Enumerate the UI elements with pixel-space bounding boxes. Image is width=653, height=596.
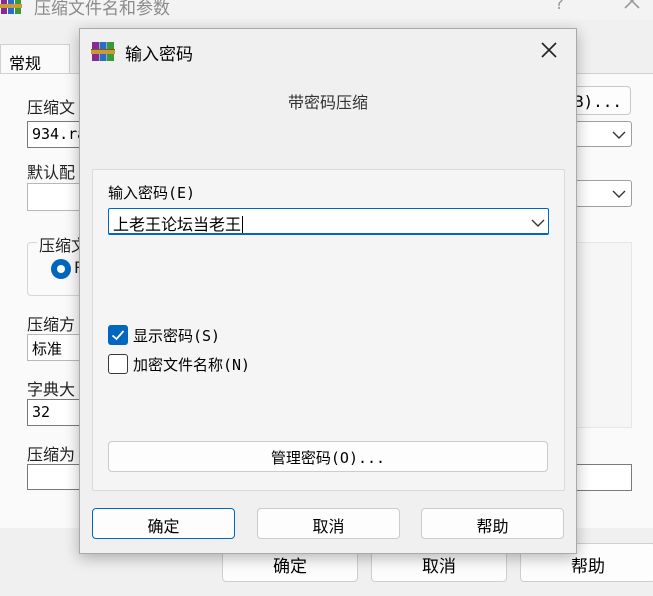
manage-passwords-button[interactable]: 管理密码(O)...: [108, 441, 548, 472]
dialog-ok-button[interactable]: 确定: [92, 508, 235, 539]
dialog-title: 输入密码: [125, 45, 193, 65]
compression-method-combo[interactable]: 标准: [27, 334, 87, 361]
split-volumes-combo[interactable]: [27, 464, 87, 490]
show-password-label[interactable]: 显示密码(S): [133, 325, 220, 346]
text-caret: [242, 216, 244, 233]
dialog-help-button[interactable]: 帮助: [421, 508, 564, 539]
dialog-titlebar: 输入密码: [80, 29, 576, 74]
update-mode-dropdown[interactable]: [575, 180, 632, 207]
close-icon[interactable]: [540, 41, 558, 59]
tab-general[interactable]: 常规: [0, 44, 70, 74]
dialog-heading: 带密码压缩: [287, 93, 368, 112]
password-value: 上老王论坛当老王: [113, 215, 242, 234]
encrypt-filenames-label[interactable]: 加密文件名称(N): [133, 354, 250, 375]
chevron-down-icon: [612, 190, 626, 198]
winrar-app-icon: [91, 42, 115, 61]
enter-password-dialog: 输入密码 带密码压缩 输入密码(E) 上老王论坛当老王 显示密码(S) 加密文件…: [79, 28, 577, 554]
chevron-down-icon: [612, 131, 626, 139]
compression-method-label: 压缩方: [27, 315, 76, 334]
archive-name-label: 压缩文: [27, 98, 76, 117]
winrar-app-icon: [0, 0, 22, 14]
profiles-button[interactable]: [27, 183, 87, 211]
chevron-down-icon[interactable]: [531, 218, 545, 228]
dictionary-size-label: 字典大: [27, 380, 76, 399]
browse-button[interactable]: B)...: [568, 86, 631, 115]
password-value-wrap: 上老王论坛当老王: [113, 211, 244, 235]
background-titlebar: 压缩文件名和参数 ?: [0, 0, 653, 20]
options-right-field[interactable]: [575, 464, 632, 491]
dictionary-size-combo[interactable]: 32: [27, 399, 87, 426]
help-button[interactable]: ?: [555, 0, 564, 14]
show-password-checkbox[interactable]: [108, 325, 128, 345]
encrypt-filenames-checkbox[interactable]: [108, 354, 128, 374]
default-profile-label: 默认配: [27, 163, 76, 182]
background-window-title: 压缩文件名和参数: [34, 0, 170, 19]
password-input[interactable]: 上老王论坛当老王: [108, 208, 549, 235]
archive-options-panel: [575, 242, 632, 428]
checkmark-icon: [111, 330, 125, 341]
dialog-cancel-button[interactable]: 取消: [257, 508, 400, 539]
rar-format-radio[interactable]: [51, 259, 71, 279]
archive-name-dropdown[interactable]: [575, 121, 632, 147]
close-icon[interactable]: [622, 0, 642, 16]
password-label: 输入密码(E): [108, 184, 196, 202]
split-volumes-label: 压缩为: [27, 445, 76, 464]
